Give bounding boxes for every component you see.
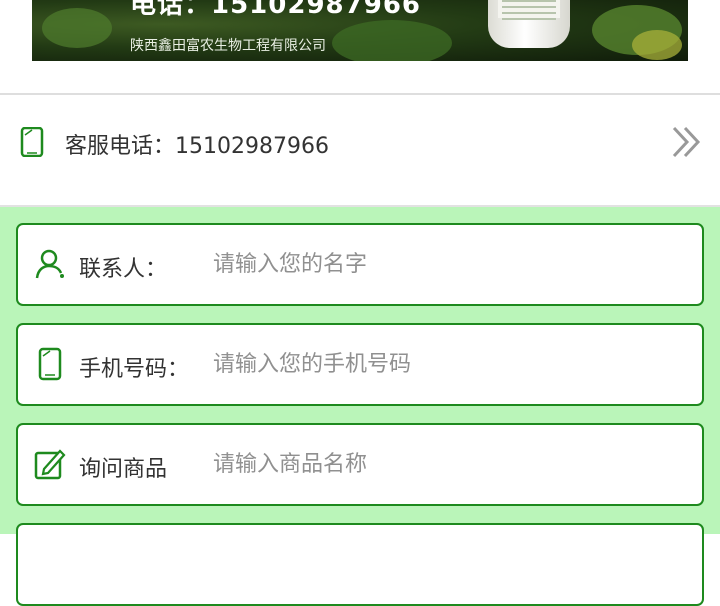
inquiry-form: 联系人： 手机号码： 询问商品 (0, 207, 720, 606)
mobile-phone-icon (38, 347, 62, 381)
double-chevron-right-icon[interactable] (670, 125, 704, 159)
product-field: 询问商品 (16, 423, 704, 506)
bottle-label (498, 0, 560, 20)
contact-field: 联系人： (16, 223, 704, 306)
banner-phone-text: 电话：15102987966 (130, 0, 421, 20)
contact-name-input[interactable] (213, 245, 673, 283)
phone-number-input[interactable] (213, 345, 673, 383)
hotline-row[interactable]: 客服电话：15102987966 (0, 95, 720, 205)
person-icon (35, 249, 64, 279)
phone-field: 手机号码： (16, 323, 704, 406)
banner-company-name: 陕西鑫田富农生物工程有限公司 (130, 38, 326, 54)
banner-foliage (42, 8, 112, 48)
product-name-input[interactable] (213, 445, 673, 483)
mobile-phone-icon (20, 127, 44, 157)
phone-label: 手机号码： (79, 357, 190, 382)
banner-foliage (332, 20, 452, 61)
promo-banner[interactable]: 电话：15102987966 陕西鑫田富农生物工程有限公司 (32, 0, 688, 61)
banner-foliage (632, 30, 682, 60)
contact-label: 联系人： (79, 257, 168, 282)
hotline-label: 客服电话：15102987966 (65, 134, 329, 159)
product-label: 询问商品 (79, 457, 168, 482)
next-field-partial (16, 523, 704, 606)
product-bottle-image (488, 0, 570, 48)
edit-icon (34, 449, 66, 480)
